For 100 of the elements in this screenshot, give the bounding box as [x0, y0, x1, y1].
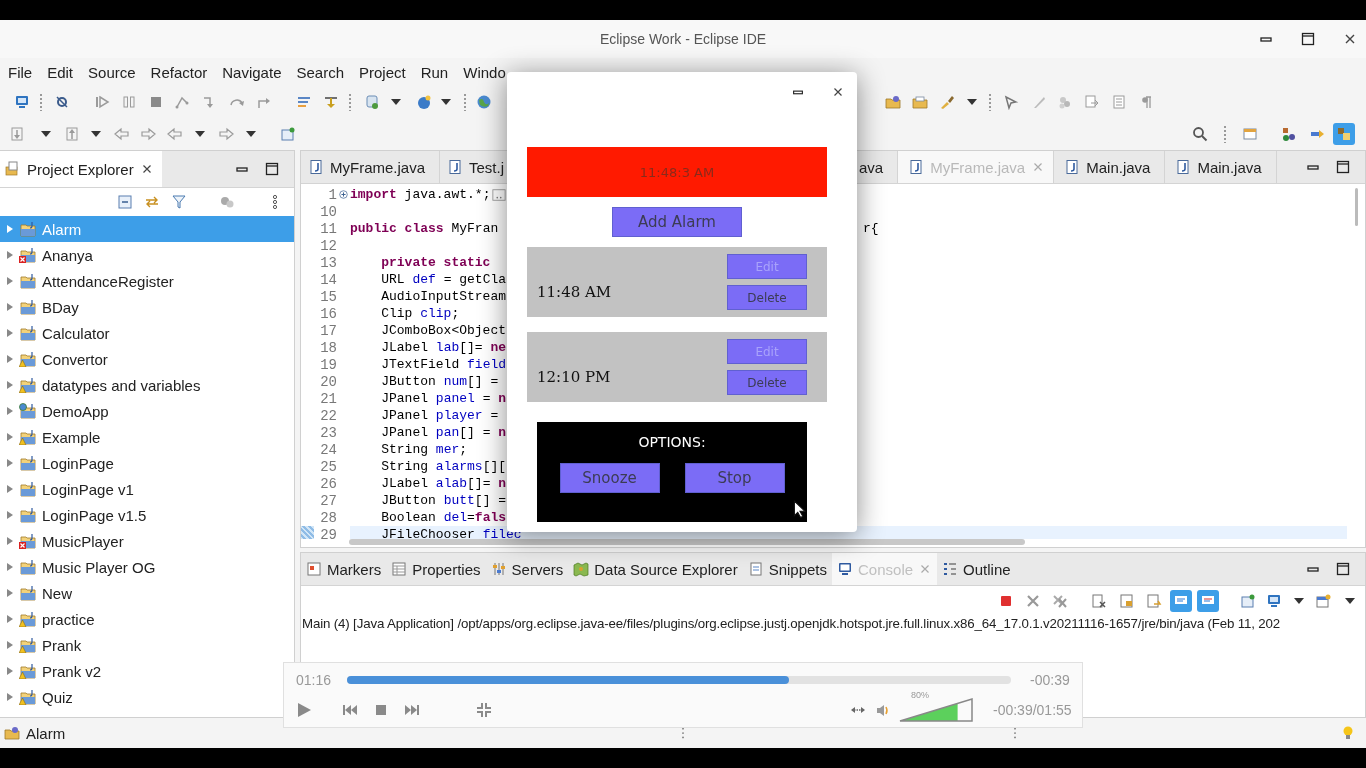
expand-icon[interactable] — [6, 354, 14, 364]
panel-tab[interactable]: Data Source Explorer — [568, 553, 743, 585]
expand-icon[interactable] — [6, 458, 14, 468]
expand-icon[interactable] — [6, 666, 14, 676]
drop-frame-icon[interactable] — [323, 94, 339, 110]
perspective-icon[interactable] — [1333, 123, 1355, 145]
crossed-circle-icon[interactable] — [54, 94, 70, 110]
maximize-icon[interactable] — [1335, 159, 1351, 175]
expand-fold-icon[interactable] — [338, 189, 349, 200]
menu-item[interactable]: Refactor — [150, 63, 221, 81]
caret-icon[interactable] — [41, 131, 51, 137]
expand-icon[interactable] — [6, 692, 14, 702]
caret-icon[interactable] — [391, 99, 401, 105]
volume-slider[interactable] — [899, 698, 973, 722]
circles-icon[interactable] — [219, 194, 235, 210]
stop-icon[interactable] — [998, 593, 1014, 609]
tree-item[interactable]: LoginPage v1.5 — [0, 502, 294, 528]
menu-item[interactable]: Navigate — [222, 63, 295, 81]
menu-item[interactable]: Run — [420, 63, 462, 81]
tree-item[interactable]: Prank v2 — [0, 658, 294, 684]
tree-item[interactable]: LoginPage v1 — [0, 476, 294, 502]
editor-tab[interactable]: Main.java — [1165, 151, 1277, 183]
tree-item[interactable]: New — [0, 580, 294, 606]
collapse-all-icon[interactable] — [117, 194, 133, 210]
server-icon[interactable] — [364, 94, 380, 110]
ball-icon[interactable] — [416, 94, 432, 110]
message-icon[interactable] — [1170, 590, 1192, 612]
maximize-icon[interactable] — [1335, 561, 1351, 577]
caret-icon[interactable] — [967, 99, 977, 105]
folder-icon[interactable] — [885, 94, 901, 110]
editor-tab[interactable]: Main.java — [1054, 151, 1166, 183]
scroll-lock-icon[interactable] — [1119, 593, 1135, 609]
tree-item[interactable]: MusicPlayer — [0, 528, 294, 554]
clear-icon[interactable] — [1091, 593, 1107, 609]
brush-icon[interactable] — [939, 94, 955, 110]
expand-icon[interactable] — [6, 562, 14, 572]
panel-tab[interactable]: Markers — [301, 553, 387, 585]
editor-tab[interactable]: MyFrame.java — [301, 151, 441, 183]
pin-icon[interactable] — [280, 126, 296, 142]
remove-all-icon[interactable] — [1052, 593, 1068, 609]
play-icon[interactable] — [296, 702, 312, 718]
tree-item[interactable]: Example — [0, 424, 294, 450]
panel-tab[interactable]: Servers — [485, 553, 569, 585]
monitor-icon[interactable] — [14, 94, 30, 110]
speaker-icon[interactable] — [875, 702, 891, 718]
restore-icon[interactable] — [1300, 31, 1316, 47]
scrollbar-thumb[interactable] — [1354, 188, 1358, 226]
monitor-icon[interactable] — [1266, 593, 1282, 609]
expand-icon[interactable] — [6, 224, 14, 234]
filter-icon[interactable] — [171, 194, 187, 210]
tree-item[interactable]: LoginPage — [0, 450, 294, 476]
expand-icon[interactable] — [6, 510, 14, 520]
progress-track[interactable] — [347, 676, 1012, 684]
menu-item[interactable]: Source — [88, 63, 149, 81]
document-icon[interactable] — [1084, 94, 1100, 110]
menu-item[interactable]: Search — [296, 63, 357, 81]
panel-tab[interactable]: Properties — [386, 553, 486, 585]
tree-item[interactable]: BDay — [0, 294, 294, 320]
expand-icon[interactable] — [6, 406, 14, 416]
expand-icon[interactable] — [6, 536, 14, 546]
pause-icon[interactable] — [121, 94, 137, 110]
menu-item[interactable]: Project — [359, 63, 419, 81]
caret-icon[interactable] — [246, 131, 256, 137]
import-icon[interactable] — [9, 126, 25, 142]
circles-icon[interactable] — [1057, 94, 1073, 110]
tree-item[interactable]: Convertor — [0, 346, 294, 372]
search-icon[interactable] — [1192, 126, 1208, 142]
list-icon[interactable] — [296, 94, 312, 110]
forward-icon[interactable] — [218, 126, 234, 142]
panel-tab[interactable]: Outline — [937, 553, 1016, 585]
tree-item[interactable]: DemoApp — [0, 398, 294, 424]
caret-icon[interactable] — [1345, 598, 1355, 604]
message-icon[interactable] — [1197, 590, 1219, 612]
export-icon[interactable] — [64, 126, 80, 142]
caret-icon[interactable] — [91, 131, 101, 137]
disconnect-icon[interactable] — [174, 94, 190, 110]
tree-item[interactable]: Music Player OG — [0, 554, 294, 580]
expand-icon[interactable] — [6, 484, 14, 494]
tree-item[interactable]: AttendanceRegister — [0, 268, 294, 294]
expand-icon[interactable] — [6, 614, 14, 624]
next-icon[interactable] — [404, 702, 420, 718]
remove-icon[interactable] — [1025, 593, 1041, 609]
new-console-icon[interactable] — [1315, 593, 1331, 609]
expand-icon[interactable] — [6, 328, 14, 338]
caret-icon[interactable] — [441, 99, 451, 105]
stop-icon[interactable] — [148, 94, 164, 110]
perspective-icon[interactable] — [1242, 126, 1258, 142]
panel-tab[interactable]: Project Explorer — [0, 151, 162, 187]
back-icon[interactable] — [114, 126, 130, 142]
expand-icon[interactable] — [6, 432, 14, 442]
java-ee-icon[interactable] — [1281, 126, 1297, 142]
tree-item[interactable]: Quiz — [0, 684, 294, 710]
stop-icon[interactable] — [373, 702, 389, 718]
expand-icon[interactable] — [6, 380, 14, 390]
folder-icon[interactable] — [912, 94, 928, 110]
menu-item[interactable]: Edit — [47, 63, 87, 81]
scrollbar-thumb[interactable] — [349, 539, 1025, 545]
expand-icon[interactable] — [6, 302, 14, 312]
tree-item[interactable]: Ananya — [0, 242, 294, 268]
exit-fullscreen-icon[interactable] — [476, 702, 492, 718]
